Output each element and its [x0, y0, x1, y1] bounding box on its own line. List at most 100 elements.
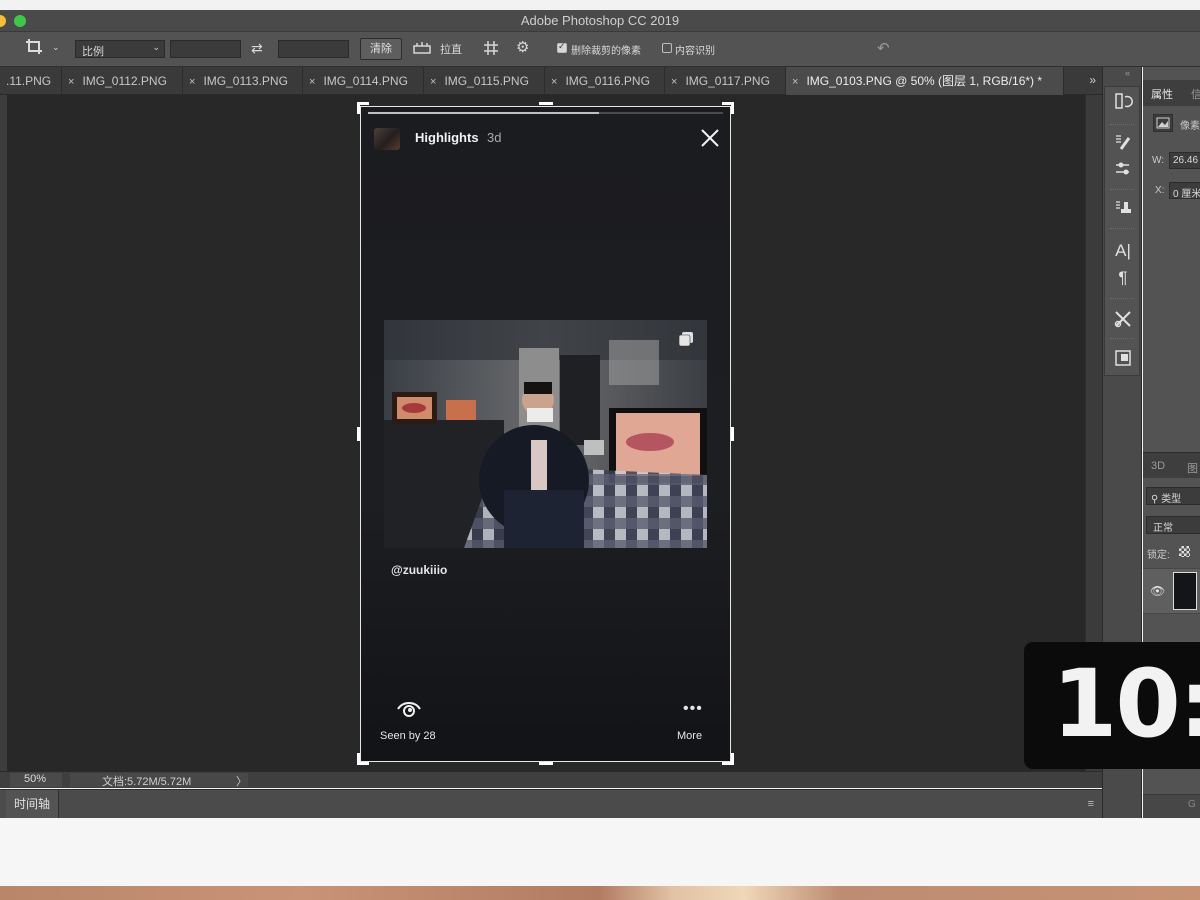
lock-label: 锁定:	[1147, 550, 1170, 561]
chevron-right-icon[interactable]: 〉	[236, 773, 247, 789]
search-icon: ⚲	[1151, 494, 1159, 505]
close-icon[interactable]: ×	[309, 76, 315, 88]
mention-handle[interactable]: @zuukiiio	[391, 563, 447, 577]
collapse-icon[interactable]: «	[1125, 68, 1130, 78]
tab-document[interactable]: × IMG_0116.PNG	[545, 67, 665, 95]
crop-handle[interactable]	[731, 427, 734, 441]
tab-timeline[interactable]: 时间轴	[6, 790, 60, 819]
close-icon[interactable]: ×	[430, 76, 436, 88]
eye-icon[interactable]	[396, 698, 422, 720]
pixel-layer-icon	[1153, 114, 1173, 132]
options-bar: › ⌄ 比例 ⌄ ⇄ 清除 拉直 ⚙ 删除裁剪的像素 内容识别 ↶	[0, 32, 1200, 67]
tab-3d[interactable]: 3D	[1151, 460, 1165, 472]
paragraph-icon[interactable]: ¶	[1112, 267, 1134, 289]
properties-tabs: 属性 信	[1143, 80, 1200, 106]
straighten-label: 拉直	[440, 44, 462, 56]
undo-icon[interactable]: ↶	[877, 39, 890, 57]
crop-handle[interactable]	[539, 762, 553, 765]
character-icon[interactable]: A|	[1112, 240, 1134, 262]
lock-transparency-icon[interactable]	[1179, 546, 1190, 557]
crop-handle[interactable]	[731, 102, 734, 114]
swap-icon[interactable]: ⇄	[251, 40, 263, 57]
doc-size-info: 文档:5.72M/5.72M	[102, 776, 192, 788]
tab-document[interactable]: .11.PNG	[0, 67, 62, 95]
straighten-icon[interactable]	[413, 40, 431, 59]
x-field[interactable]: 0 厘米	[1169, 182, 1200, 199]
clock-overlay: 10:	[1024, 642, 1200, 769]
tool-presets-icon[interactable]	[1112, 309, 1134, 331]
tab-label: IMG_0113.PNG	[203, 74, 288, 88]
crop-handle[interactable]	[357, 427, 360, 441]
blend-mode-select[interactable]: 正常	[1146, 516, 1200, 534]
more-label[interactable]: More	[677, 730, 702, 742]
delete-cropped-checkbox[interactable]	[557, 41, 567, 53]
top-strip	[0, 0, 1200, 10]
crop-handle[interactable]	[357, 102, 360, 114]
window-titlebar: Adobe Photoshop CC 2019	[0, 10, 1200, 32]
crop-handle[interactable]	[539, 102, 553, 105]
height-ratio-input[interactable]	[278, 40, 349, 58]
tabs-overflow-button[interactable]: »	[1089, 73, 1096, 87]
tab-document[interactable]: × IMG_0112.PNG	[62, 67, 183, 95]
navigator-icon[interactable]	[1112, 348, 1134, 370]
close-icon[interactable]: ×	[68, 76, 74, 88]
panel-footer-text: G	[1188, 799, 1196, 810]
delete-cropped-label: 删除裁剪的像素	[571, 46, 641, 57]
tab-info[interactable]: 信	[1191, 86, 1200, 102]
tab-label: IMG_0114.PNG	[323, 74, 408, 88]
seen-by-label[interactable]: Seen by 28	[380, 730, 436, 742]
tab-document[interactable]: × IMG_0114.PNG	[303, 67, 424, 95]
status-bar: 50% 文档:5.72M/5.72M 〉	[0, 771, 1102, 788]
tab-label: .11.PNG	[6, 74, 52, 88]
ratio-select-value: 比例	[82, 46, 104, 58]
story-progress-bar	[368, 112, 723, 114]
ratio-select[interactable]: 比例 ⌄	[75, 40, 165, 58]
tab-active-document[interactable]: × IMG_0103.PNG @ 50% (图层 1, RGB/16*) *	[786, 67, 1064, 95]
divider	[1110, 189, 1134, 190]
tab-document[interactable]: × IMG_0117.PNG	[665, 67, 786, 95]
crop-tool-icon[interactable]	[24, 37, 46, 60]
width-label: W:	[1152, 155, 1165, 166]
tab-document[interactable]: × IMG_0113.PNG	[183, 67, 303, 95]
story-photo	[384, 320, 707, 548]
tab-label: IMG_0116.PNG	[565, 74, 650, 88]
clear-button[interactable]: 清除	[360, 38, 402, 60]
left-edge	[0, 95, 7, 771]
layer-filter-select[interactable]: ⚲ 类型	[1146, 487, 1200, 505]
eye-icon[interactable]: 👁	[1150, 584, 1165, 598]
history-icon[interactable]	[1112, 91, 1134, 113]
close-icon[interactable]: ×	[189, 76, 195, 88]
brush-preset-icon[interactable]	[1112, 132, 1134, 154]
tab-document[interactable]: × IMG_0115.PNG	[424, 67, 545, 95]
crop-handle[interactable]	[731, 753, 734, 765]
chevron-down-icon[interactable]: ⌄	[52, 42, 60, 53]
x-label: X:	[1155, 185, 1165, 196]
width-ratio-input[interactable]	[170, 40, 241, 58]
grid-overlay-icon[interactable]	[482, 39, 500, 60]
close-icon[interactable]: ×	[792, 76, 798, 88]
gear-icon[interactable]: ⚙	[516, 38, 529, 56]
tab-layers[interactable]: 图	[1187, 460, 1198, 476]
more-icon[interactable]: •••	[683, 700, 703, 718]
content-aware-checkbox[interactable]	[662, 43, 672, 53]
zoom-level[interactable]: 50%	[10, 773, 62, 787]
timeline-panel: 时间轴 ≡	[0, 789, 1102, 819]
layers-tabs: 3D 图	[1143, 452, 1200, 478]
tab-label: IMG_0117.PNG	[685, 74, 770, 88]
tab-properties[interactable]: 属性	[1151, 86, 1173, 102]
tab-label: IMG_0103.PNG @ 50% (图层 1, RGB/16*) *	[806, 74, 1043, 88]
close-icon[interactable]: ×	[551, 76, 557, 88]
panel-menu-icon[interactable]: ≡	[1088, 798, 1094, 810]
layer-thumbnail	[1173, 572, 1197, 610]
crop-handle[interactable]	[357, 753, 360, 765]
content-aware-label: 内容识别	[675, 46, 715, 57]
close-icon[interactable]: ×	[671, 76, 677, 88]
document-tabs: .11.PNG × IMG_0112.PNG × IMG_0113.PNG × IMG…	[0, 67, 1102, 95]
divider	[1110, 228, 1134, 229]
adjustment-brush-icon[interactable]	[1112, 160, 1134, 182]
highlight-avatar	[374, 128, 400, 150]
width-field[interactable]: 26.46	[1169, 152, 1200, 169]
close-icon[interactable]	[698, 126, 722, 150]
highlight-title: Highlights	[415, 130, 479, 145]
clone-stamp-icon[interactable]	[1112, 198, 1134, 220]
